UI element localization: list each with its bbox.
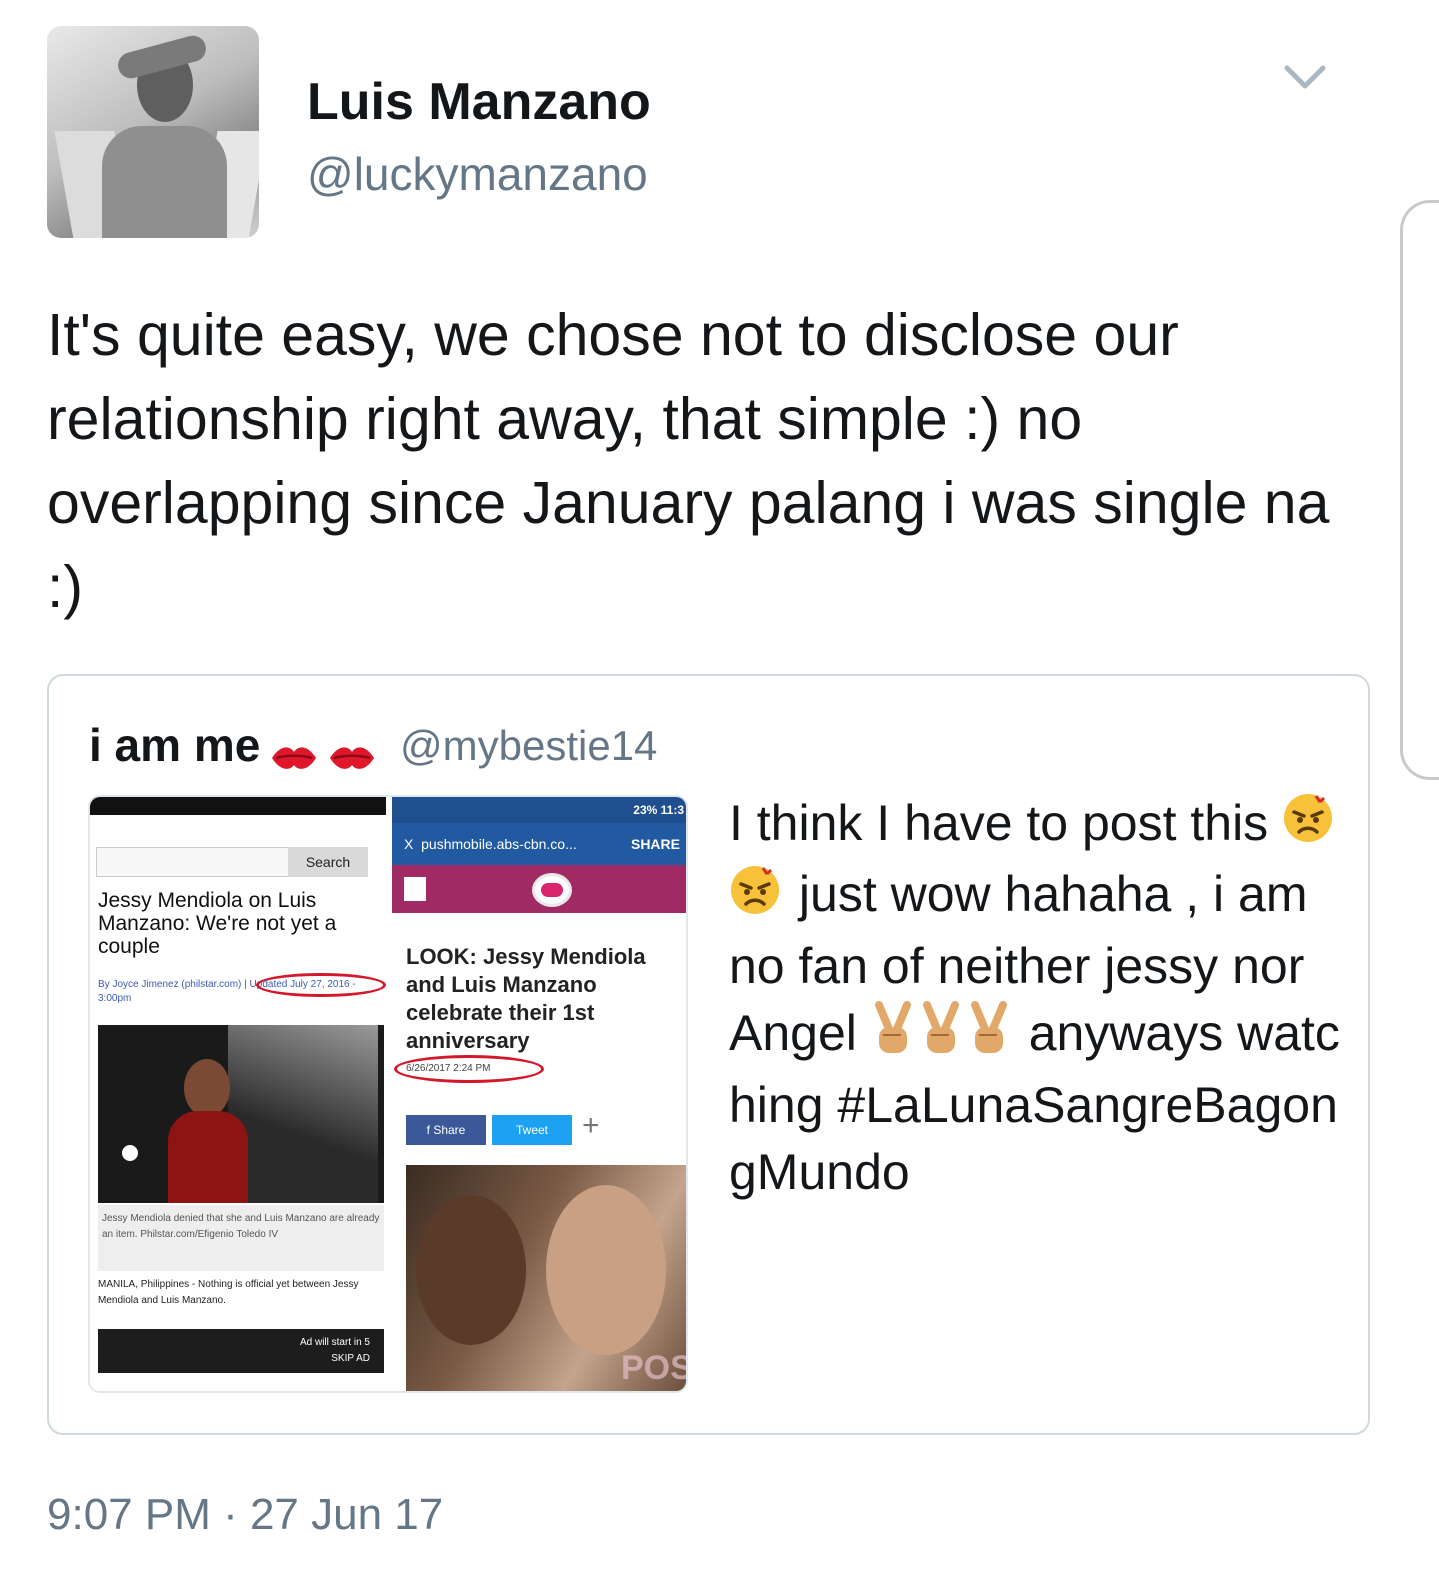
angry-face-icon — [1282, 792, 1334, 861]
quoted-tweet-text: I think I have to post this just wow hah… — [729, 790, 1349, 1206]
skip-ad: SKIP AD — [331, 1353, 370, 1364]
media-right-photo: POS — [406, 1165, 686, 1391]
media-right-fb-share: f Share — [406, 1115, 486, 1145]
kiss-mark-icon — [270, 732, 318, 769]
angry-face-icon — [729, 864, 781, 933]
quoted-text-part1: I think I have to post this — [729, 795, 1269, 851]
victory-hand-icon — [871, 1000, 915, 1072]
red-highlight-ring — [394, 1055, 544, 1083]
media-left-body: MANILA, Philippines - Nothing is officia… — [98, 1279, 359, 1306]
media-right-urlbar: X pushmobile.abs-cbn.co... SHARE — [392, 823, 686, 865]
chevron-down-icon[interactable] — [1283, 62, 1327, 92]
quoted-author-name[interactable]: i am me — [89, 718, 376, 772]
quoted-author-handle[interactable]: @mybestie14 — [400, 722, 657, 770]
media-left-statusbar — [90, 797, 386, 815]
media-left-caption: Jessy Mendiola denied that she and Luis … — [98, 1205, 384, 1271]
photo-light — [122, 1145, 138, 1161]
close-icon: X — [404, 836, 414, 852]
kiss-mark-icon — [328, 732, 376, 769]
media-right-share: SHARE — [630, 836, 680, 852]
photo-person-2 — [546, 1185, 666, 1355]
avatar[interactable] — [47, 26, 259, 238]
media-right-header — [392, 865, 686, 913]
photo-figure-head — [184, 1059, 230, 1117]
tweet-timestamp[interactable]: 9:07 PM · 27 Jun 17 — [47, 1490, 443, 1540]
media-left-headline: Jessy Mendiola on Luis Manzano: We're no… — [98, 889, 337, 958]
victory-hand-icon — [967, 1000, 1011, 1072]
media-right-headline: LOOK: Jessy Mendiola and Luis Manzano ce… — [406, 944, 646, 1053]
media-left-screenshot: Search Jessy Mendiola on Luis Manzano: W… — [90, 797, 386, 1391]
ad-countdown: Ad will start in 5 — [299, 1337, 370, 1348]
quoted-author-name-text: i am me — [89, 719, 261, 771]
media-left-search-box — [96, 847, 288, 877]
author-name[interactable]: Luis Manzano — [307, 72, 651, 132]
hamburger-menu-icon — [404, 877, 426, 901]
media-left-photo — [98, 1025, 384, 1203]
media-right-tweet: Tweet — [492, 1115, 572, 1145]
push-logo-icon — [532, 873, 572, 907]
media-left-ad: Ad will start in 5 SKIP AD — [98, 1329, 384, 1373]
spotlight — [228, 1025, 378, 1203]
author-handle[interactable]: @luckymanzano — [307, 147, 648, 201]
photo-figure-dress — [168, 1111, 248, 1203]
photo-person-1 — [416, 1195, 526, 1345]
avatar-torso — [102, 126, 227, 238]
media-right-statusbar: 23% 11:3 — [392, 797, 686, 823]
media-right-screenshot: 23% 11:3 X pushmobile.abs-cbn.co... SHAR… — [392, 797, 686, 1391]
red-highlight-ring — [256, 973, 386, 997]
watermark: POS — [621, 1349, 686, 1387]
scrollbar[interactable] — [1400, 200, 1439, 780]
quoted-media-image[interactable]: Search Jessy Mendiola on Luis Manzano: W… — [88, 795, 688, 1393]
media-right-url: pushmobile.abs-cbn.co... — [421, 836, 577, 852]
media-left-search-button: Search — [288, 847, 368, 877]
tweet-text: It's quite easy, we chose not to disclos… — [47, 302, 1330, 620]
victory-hand-icon — [919, 1000, 963, 1072]
plus-icon: + — [582, 1109, 600, 1142]
